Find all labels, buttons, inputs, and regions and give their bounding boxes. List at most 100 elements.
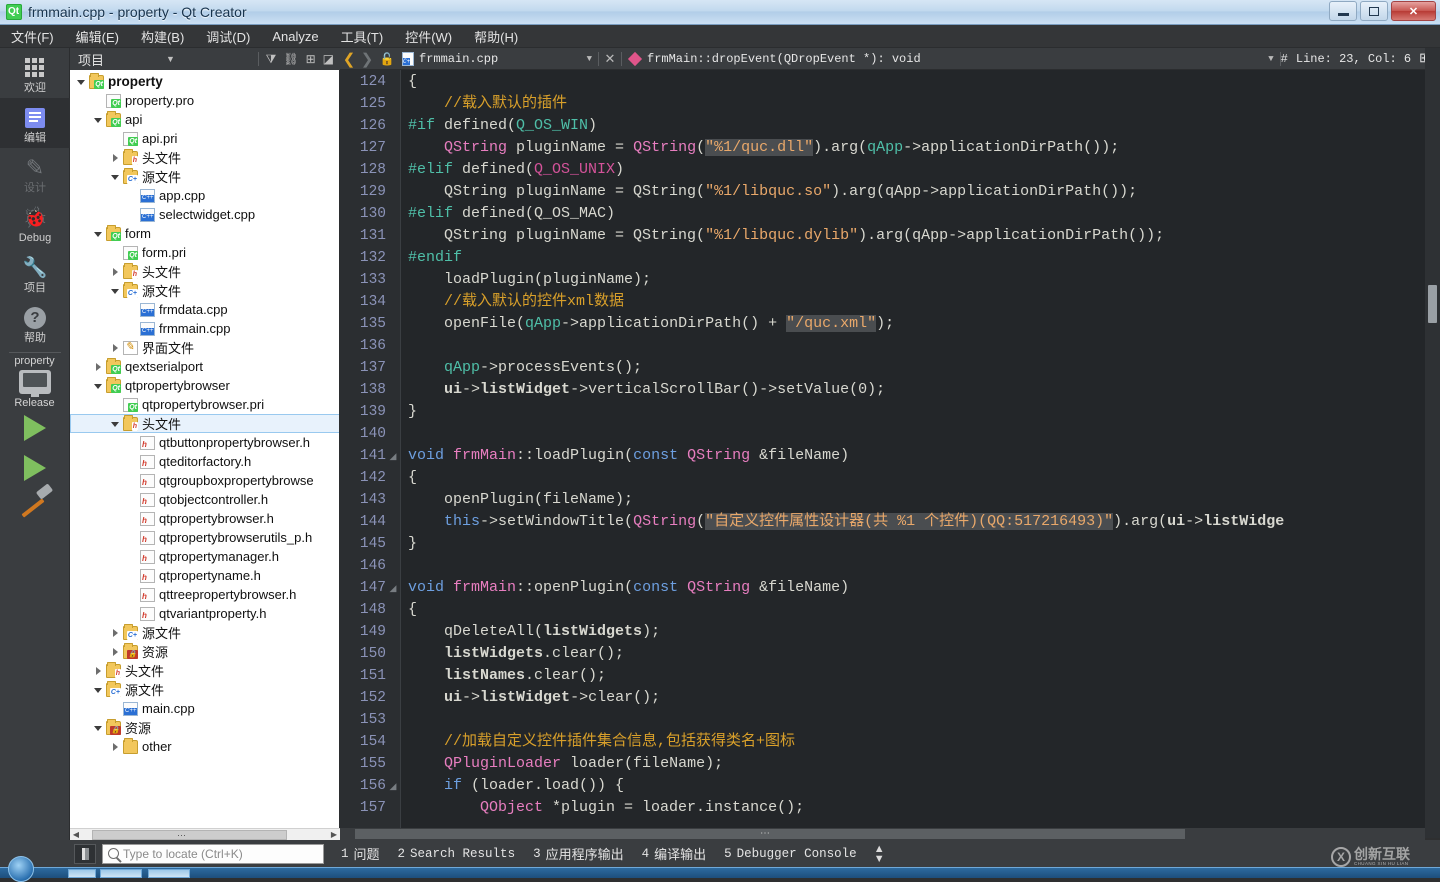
- chevron-down-icon[interactable]: [110, 285, 122, 297]
- chevron-right-icon[interactable]: [110, 342, 122, 354]
- menu-help[interactable]: 帮助(H): [463, 24, 529, 49]
- chevron-right-icon[interactable]: [110, 741, 122, 753]
- scroll-left-icon[interactable]: ◀: [70, 830, 82, 839]
- unlocked-padlock-icon[interactable]: 🔓: [376, 52, 398, 66]
- build-button[interactable]: [18, 487, 52, 513]
- scroll-right-icon[interactable]: ▶: [328, 830, 340, 839]
- tree-item[interactable]: C+ 源文件: [70, 281, 339, 300]
- chevron-down-icon[interactable]: [76, 76, 88, 88]
- tree-item[interactable]: qtbuttonpropertybrowser.h: [70, 433, 339, 452]
- chevron-down-icon[interactable]: [110, 418, 122, 430]
- up-down-arrows-icon[interactable]: ▲ ▼: [866, 843, 893, 864]
- tree-item[interactable]: qtgroupboxpropertybrowse: [70, 471, 339, 490]
- tree-item[interactable]: qteditorfactory.h: [70, 452, 339, 471]
- output-pane-tab[interactable]: 5 Debugger Console: [715, 847, 866, 861]
- tree-item[interactable]: C+ 源文件: [70, 623, 339, 642]
- menu-build[interactable]: 构建(B): [130, 24, 195, 49]
- tree-item[interactable]: C+ 源文件: [70, 680, 339, 699]
- chevron-right-icon[interactable]: [93, 361, 105, 373]
- code-editor[interactable]: 124 125 126 127 128 129 130 131 132 133 134 135 136 1…: [340, 70, 1440, 828]
- fold-marker-icon[interactable]: ◢: [388, 445, 398, 467]
- tree-item[interactable]: other: [70, 737, 339, 756]
- tree-item[interactable]: h 头文件: [70, 148, 339, 167]
- editor-hscroll-thumb[interactable]: [355, 829, 1185, 839]
- split-add-icon[interactable]: ⊞: [306, 53, 316, 65]
- line-column-indicator[interactable]: # Line: 23, Col: 6 ⊞: [1281, 51, 1440, 66]
- chevron-down-icon[interactable]: [93, 114, 105, 126]
- mode-button-项目[interactable]: 🔧 项目: [0, 248, 70, 298]
- tree-item[interactable]: Qt form: [70, 224, 339, 243]
- tree-item[interactable]: Qt property.pro: [70, 91, 339, 110]
- tree-item[interactable]: qtpropertybrowser.h: [70, 509, 339, 528]
- taskbar-item[interactable]: [100, 869, 142, 878]
- chevron-down-icon[interactable]: ▼: [587, 54, 598, 64]
- editor-hscrollbar[interactable]: ⋯: [340, 828, 1425, 840]
- sidebar-toggle-icon[interactable]: [74, 843, 96, 864]
- output-pane-tab[interactable]: 1 问题: [332, 844, 389, 863]
- tree-item[interactable]: Qt api.pri: [70, 129, 339, 148]
- tree-item[interactable]: qtobjectcontroller.h: [70, 490, 339, 509]
- chevron-right-icon[interactable]: [110, 627, 122, 639]
- mode-button-编辑[interactable]: 编辑: [0, 98, 70, 148]
- menu-window[interactable]: 控件(W): [394, 24, 463, 49]
- chevron-down-icon[interactable]: [93, 684, 105, 696]
- menu-analyze[interactable]: Analyze: [261, 26, 329, 47]
- tree-item[interactable]: h 头文件: [70, 262, 339, 281]
- output-pane-tab[interactable]: 3 应用程序输出: [524, 844, 633, 863]
- tree-item[interactable]: qtpropertybrowserutils_p.h: [70, 528, 339, 547]
- scroll-thumb[interactable]: [92, 829, 287, 840]
- close-button[interactable]: ✕: [1391, 1, 1436, 21]
- filter-icon[interactable]: ⧩: [266, 53, 277, 65]
- run-button[interactable]: [23, 415, 46, 441]
- tree-item[interactable]: Qt api: [70, 110, 339, 129]
- mode-button-Debug[interactable]: 🐞 Debug: [0, 198, 70, 248]
- forward-arrow-icon[interactable]: ❯: [358, 50, 376, 68]
- chevron-right-icon[interactable]: [110, 152, 122, 164]
- chevron-right-icon[interactable]: [110, 266, 122, 278]
- close-panel-icon[interactable]: ◪: [323, 53, 334, 65]
- tree-item[interactable]: Qt qtpropertybrowser.pri: [70, 395, 339, 414]
- chevron-right-icon[interactable]: [93, 665, 105, 677]
- mode-button-帮助[interactable]: ? 帮助: [0, 298, 70, 348]
- tree-item[interactable]: frmdata.cpp: [70, 300, 339, 319]
- output-pane-tab[interactable]: 2 Search Results: [389, 847, 525, 861]
- chevron-right-icon[interactable]: [110, 646, 122, 658]
- chevron-down-icon[interactable]: ▼: [1268, 54, 1279, 64]
- tree-item[interactable]: selectwidget.cpp: [70, 205, 339, 224]
- project-tree-list[interactable]: Qt property Qt property.pro Qt api Qt api.pri h 头…: [70, 70, 339, 838]
- minimize-button[interactable]: [1329, 1, 1357, 21]
- tree-item[interactable]: frmmain.cpp: [70, 319, 339, 338]
- tree-item[interactable]: qtpropertymanager.h: [70, 547, 339, 566]
- tree-item[interactable]: 🔒 资源: [70, 718, 339, 737]
- output-pane-tab[interactable]: 4 编译输出: [633, 844, 716, 863]
- chevron-down-icon[interactable]: ▼: [166, 54, 175, 64]
- back-arrow-icon[interactable]: ❮: [340, 50, 358, 68]
- menu-file[interactable]: 文件(F): [0, 24, 65, 49]
- tree-item[interactable]: Qt qextserialport: [70, 357, 339, 376]
- tree-item[interactable]: Qt form.pri: [70, 243, 339, 262]
- debug-button[interactable]: [23, 455, 46, 481]
- monitor-icon[interactable]: [18, 370, 51, 397]
- symbol-selector[interactable]: frmMain::dropEvent(QDropEvent *): void ▼: [622, 49, 1280, 69]
- link-icon[interactable]: ⛓: [283, 53, 298, 65]
- tree-item[interactable]: 界面文件: [70, 338, 339, 357]
- tree-item[interactable]: qttreepropertybrowser.h: [70, 585, 339, 604]
- tree-item[interactable]: app.cpp: [70, 186, 339, 205]
- menu-debug[interactable]: 调试(D): [195, 24, 261, 49]
- tree-item[interactable]: qtpropertyname.h: [70, 566, 339, 585]
- open-file-selector[interactable]: frmmain.cpp ▼: [398, 48, 598, 69]
- chevron-down-icon[interactable]: [110, 171, 122, 183]
- project-tree-hscrollbar[interactable]: ◀ ⋯ ▶: [70, 828, 340, 841]
- tree-item[interactable]: qtvariantproperty.h: [70, 604, 339, 623]
- tree-item[interactable]: h 头文件: [70, 661, 339, 680]
- taskbar-item[interactable]: [148, 869, 190, 878]
- menu-tools[interactable]: 工具(T): [330, 24, 395, 49]
- tree-item[interactable]: main.cpp: [70, 699, 339, 718]
- windows-start-button[interactable]: [8, 856, 34, 882]
- fold-marker-icon[interactable]: ◢: [388, 775, 398, 797]
- chevron-down-icon[interactable]: [93, 722, 105, 734]
- search-input[interactable]: Type to locate (Ctrl+K): [102, 843, 324, 864]
- fold-marker-icon[interactable]: ◢: [388, 577, 398, 599]
- tree-item[interactable]: 🔒 资源: [70, 642, 339, 661]
- chevron-down-icon[interactable]: [93, 380, 105, 392]
